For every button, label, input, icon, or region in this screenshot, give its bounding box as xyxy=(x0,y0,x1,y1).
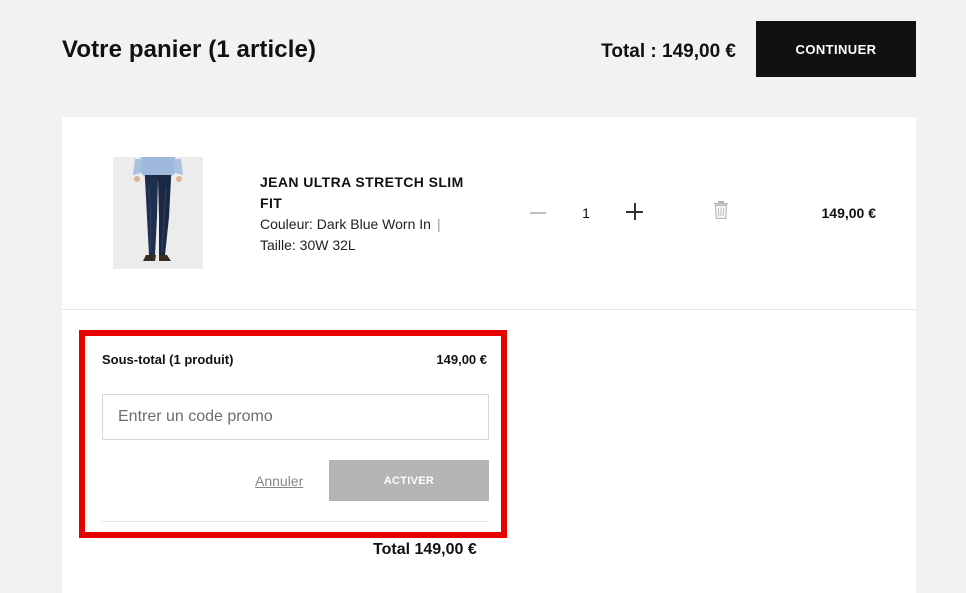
order-summary-box: Sous-total (1 produit) 149,00 € Annuler … xyxy=(79,330,507,538)
cancel-promo-link[interactable]: Annuler xyxy=(255,473,303,489)
minus-icon xyxy=(530,212,546,214)
jeans-model-illustration xyxy=(113,157,203,269)
header-total: Total : 149,00 € xyxy=(601,41,736,62)
cart-card: JEAN ULTRA STRETCH SLIM FIT Couleur: Dar… xyxy=(62,117,916,593)
product-attributes: Couleur: Dark Blue Worn In | Taille: 30W … xyxy=(260,214,490,256)
subtotal-value: 149,00 € xyxy=(436,352,487,367)
product-color: Couleur: Dark Blue Worn In xyxy=(260,216,431,232)
grand-total: Total 149,00 € xyxy=(373,541,477,558)
trash-icon[interactable] xyxy=(713,201,729,220)
promo-code-input[interactable] xyxy=(102,394,489,440)
product-size: Taille: 30W 32L xyxy=(260,237,356,253)
product-image[interactable] xyxy=(113,157,203,269)
continue-button[interactable]: CONTINUER xyxy=(756,21,916,77)
product-name[interactable]: JEAN ULTRA STRETCH SLIM FIT xyxy=(260,172,480,214)
summary-divider xyxy=(102,521,489,522)
cart-item-row: JEAN ULTRA STRETCH SLIM FIT Couleur: Dar… xyxy=(62,117,916,310)
activate-promo-button[interactable]: ACTIVER xyxy=(329,460,489,501)
attribute-separator: | xyxy=(436,216,441,232)
page-title: Votre panier (1 article) xyxy=(62,36,317,63)
subtotal-label: Sous-total (1 produit) xyxy=(102,352,234,367)
decrease-quantity-button[interactable] xyxy=(528,203,548,223)
line-item-price: 149,00 € xyxy=(821,205,877,221)
quantity-value: 1 xyxy=(582,205,590,221)
plus-icon[interactable] xyxy=(624,201,646,223)
